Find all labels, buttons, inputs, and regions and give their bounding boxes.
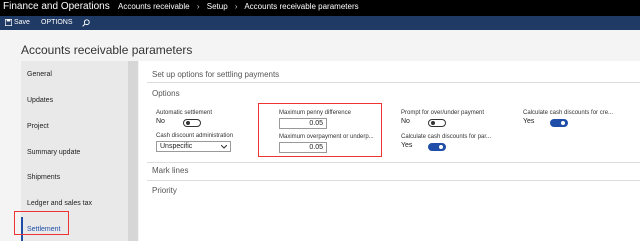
priority-header[interactable]: Priority — [152, 186, 177, 195]
cash-discount-admin-label: Cash discount administration — [156, 133, 234, 139]
search-button[interactable] — [82, 19, 90, 27]
highlight-box-max-fields — [258, 103, 382, 157]
calc-cash-disc-credit-label: Calculate cash discounts for cre... — [523, 110, 614, 116]
automatic-settlement-label: Automatic settlement — [156, 110, 213, 116]
breadcrumb-item-setup[interactable]: Setup — [207, 2, 228, 11]
calc-cash-disc-partial-value: Yes — [401, 142, 413, 149]
toggle-knob — [186, 121, 190, 125]
section-title: Set up options for settling payments — [152, 70, 280, 79]
sidebar-item-general[interactable]: General — [27, 71, 52, 78]
chevron-down-icon — [221, 145, 227, 149]
calc-cash-disc-credit-toggle[interactable] — [550, 119, 568, 127]
save-label: Save — [14, 19, 30, 26]
calc-cash-disc-partial-label: Calculate cash discounts for par... — [401, 134, 492, 140]
options-button[interactable]: OPTIONS — [41, 19, 73, 26]
page-title: Accounts receivable parameters — [21, 43, 193, 57]
sidebar-item-shipments[interactable]: Shipments — [27, 174, 60, 181]
action-pane: Save OPTIONS — [0, 16, 640, 30]
sidebar-item-project[interactable]: Project — [27, 123, 49, 130]
cash-discount-admin-select[interactable]: Unspecific — [156, 141, 231, 152]
sidebar-item-summary-update[interactable]: Summary update — [27, 149, 80, 156]
app-title[interactable]: Finance and Operations — [3, 1, 110, 12]
breadcrumb-item-parameters: Accounts receivable parameters — [244, 2, 359, 11]
mark-lines-header[interactable]: Mark lines — [152, 166, 188, 175]
save-button[interactable]: Save — [5, 19, 30, 26]
breadcrumb: Accounts receivable › Setup › Accounts r… — [118, 2, 359, 11]
toggle-knob — [431, 121, 435, 125]
toggle-knob — [561, 121, 565, 125]
divider — [147, 180, 640, 181]
divider — [147, 162, 640, 163]
prompt-over-under-label: Prompt for over/under payment — [401, 110, 485, 116]
toggle-knob — [439, 145, 443, 149]
sidebar-item-updates[interactable]: Updates — [27, 97, 53, 104]
save-icon — [5, 19, 12, 26]
highlight-box-settlement — [14, 211, 69, 235]
calc-cash-disc-partial-toggle[interactable] — [428, 143, 446, 151]
automatic-settlement-value: No — [156, 118, 165, 125]
breadcrumb-item-accounts-receivable[interactable]: Accounts receivable — [118, 2, 190, 11]
chevron-right-icon: › — [234, 2, 238, 11]
automatic-settlement-toggle[interactable] — [183, 119, 201, 127]
options-label: OPTIONS — [41, 19, 73, 26]
prompt-over-under-value: No — [401, 118, 410, 125]
sidebar-scrollbar[interactable] — [128, 61, 138, 241]
prompt-over-under-toggle[interactable] — [428, 119, 446, 127]
options-header[interactable]: Options — [152, 89, 180, 98]
sidebar-item-ledger-sales-tax[interactable]: Ledger and sales tax — [27, 200, 92, 207]
cash-discount-admin-value: Unspecific — [160, 143, 193, 150]
search-icon — [82, 19, 90, 27]
calc-cash-disc-credit-value: Yes — [523, 118, 535, 125]
top-bar: Finance and Operations Accounts receivab… — [0, 0, 640, 16]
chevron-right-icon: › — [196, 2, 200, 11]
divider — [147, 82, 640, 83]
